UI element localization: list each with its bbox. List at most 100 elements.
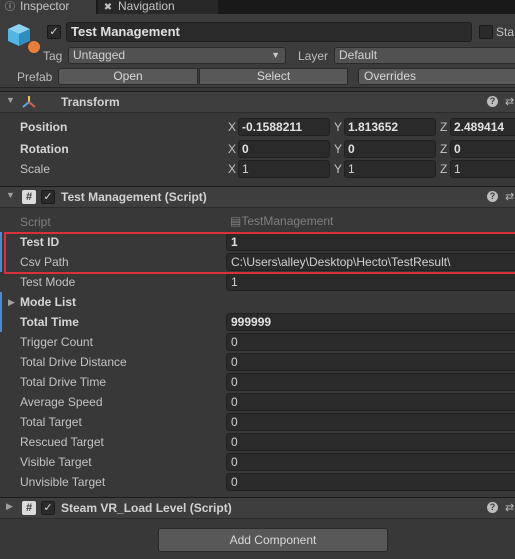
- prefab-overrides-dropdown[interactable]: Overrides: [358, 68, 515, 85]
- tag-label: Tag: [43, 49, 63, 63]
- component-enabled-checkbox[interactable]: ✓: [41, 501, 55, 515]
- scale-y-field[interactable]: 1: [344, 160, 436, 178]
- position-z-field[interactable]: 2.489414: [450, 118, 515, 136]
- position-x-field[interactable]: -0.1588211: [238, 118, 330, 136]
- total-target-field[interactable]: 0: [226, 413, 515, 431]
- fold-arrow-icon[interactable]: ▶: [6, 501, 13, 512]
- layer-dropdown[interactable]: Default: [334, 47, 515, 64]
- prefab-label: Prefab: [17, 70, 53, 84]
- script-value: TestManagement: [241, 214, 334, 228]
- add-component-button[interactable]: Add Component: [158, 528, 388, 552]
- test-mode-label: Test Mode: [20, 275, 76, 289]
- axis-x-label[interactable]: X: [228, 162, 236, 176]
- settings-sliders-icon[interactable]: ⇄: [505, 95, 514, 108]
- scale-x-field[interactable]: 1: [238, 160, 330, 178]
- transform-header[interactable]: ▼ Transform ? ⇄: [0, 91, 515, 113]
- mode-list-row[interactable]: ▶ Mode List: [0, 292, 515, 312]
- tab-inspector-label: Inspector: [20, 0, 70, 13]
- axis-y-label[interactable]: Y: [334, 142, 342, 156]
- rescued-target-label: Rescued Target: [20, 435, 104, 449]
- total-target-row: Total Target 0: [0, 412, 515, 432]
- script-row: Script ▤TestManagement: [0, 212, 515, 232]
- axis-z-label[interactable]: Z: [440, 142, 447, 156]
- position-y-field[interactable]: 1.813652: [344, 118, 436, 136]
- rotation-y-field[interactable]: 0: [344, 140, 436, 158]
- visible-target-field[interactable]: 0: [226, 453, 515, 471]
- axis-z-label[interactable]: Z: [440, 120, 447, 134]
- help-icon[interactable]: ?: [487, 502, 498, 513]
- scale-z-field[interactable]: 1: [450, 160, 515, 178]
- object-header: ✓ Test Management Sta Tag Untagged ▼ Lay…: [0, 14, 515, 88]
- object-name-field[interactable]: Test Management: [66, 22, 472, 42]
- position-row: Position X -0.1588211 Y 1.813652 Z 2.489…: [0, 117, 515, 137]
- prefab-open-button[interactable]: Open: [58, 68, 198, 85]
- rescued-target-field[interactable]: 0: [226, 433, 515, 451]
- tab-navigation-label: Navigation: [118, 0, 175, 13]
- settings-sliders-icon[interactable]: ⇄: [505, 501, 514, 514]
- fold-arrow-icon[interactable]: ▼: [6, 95, 15, 105]
- total-time-field[interactable]: 999999: [226, 313, 515, 331]
- tab-inspector[interactable]: ⓘ Inspector: [0, 0, 96, 14]
- script-reference-field: ▤TestManagement: [226, 213, 515, 231]
- compass-icon: ✖: [103, 2, 113, 13]
- rotation-x-field[interactable]: 0: [238, 140, 330, 158]
- component-enabled-checkbox[interactable]: ✓: [41, 190, 55, 204]
- script-file-icon: ▤: [230, 214, 242, 228]
- steam-vr-header[interactable]: ▶ # ✓ Steam VR_Load Level (Script) ? ⇄: [0, 497, 515, 519]
- average-speed-field[interactable]: 0: [226, 393, 515, 411]
- static-checkbox[interactable]: [479, 25, 493, 39]
- transform-axes-icon: [22, 96, 36, 108]
- total-drive-time-label: Total Drive Time: [20, 375, 107, 389]
- unvisible-target-field[interactable]: 0: [226, 473, 515, 491]
- total-drive-distance-row: Total Drive Distance 0: [0, 352, 515, 372]
- layer-value: Default: [339, 48, 378, 62]
- trigger-count-label: Trigger Count: [20, 335, 93, 349]
- test-management-title: Test Management (Script): [61, 190, 207, 204]
- script-label: Script: [20, 215, 51, 229]
- unvisible-target-row: Unvisible Target 0: [0, 472, 515, 492]
- chevron-down-icon: ▼: [271, 50, 280, 60]
- axis-z-label[interactable]: Z: [440, 162, 447, 176]
- rescued-target-row: Rescued Target 0: [0, 432, 515, 452]
- unvisible-target-label: Unvisible Target: [20, 475, 106, 489]
- test-management-header[interactable]: ▼ # ✓ Test Management (Script) ? ⇄: [0, 186, 515, 208]
- scale-row: Scale X 1 Y 1 Z 1: [0, 159, 515, 179]
- total-drive-distance-field[interactable]: 0: [226, 353, 515, 371]
- visible-target-label: Visible Target: [20, 455, 92, 469]
- test-mode-row: Test Mode 1: [0, 272, 515, 292]
- steam-vr-title: Steam VR_Load Level (Script): [61, 501, 232, 515]
- trigger-count-field[interactable]: 0: [226, 333, 515, 351]
- static-label: Sta: [496, 25, 515, 39]
- transform-title: Transform: [61, 95, 120, 109]
- tag-dropdown[interactable]: Untagged ▼: [68, 47, 286, 64]
- average-speed-label: Average Speed: [20, 395, 103, 409]
- rotation-row: Rotation X 0 Y 0 Z 0: [0, 139, 515, 159]
- settings-sliders-icon[interactable]: ⇄: [505, 190, 514, 203]
- test-mode-field[interactable]: 1: [226, 273, 515, 291]
- tab-navigation[interactable]: ✖ Navigation: [98, 0, 218, 14]
- axis-y-label[interactable]: Y: [334, 162, 342, 176]
- layer-label: Layer: [298, 49, 329, 63]
- mode-list-label: Mode List: [20, 295, 76, 309]
- rotation-label: Rotation: [20, 142, 69, 156]
- highlight-box: [4, 232, 515, 274]
- help-icon[interactable]: ?: [487, 96, 498, 107]
- active-checkbox[interactable]: ✓: [47, 25, 61, 39]
- help-icon[interactable]: ?: [487, 191, 498, 202]
- total-target-label: Total Target: [20, 415, 82, 429]
- total-drive-time-row: Total Drive Time 0: [0, 372, 515, 392]
- total-time-label: Total Time: [20, 315, 79, 329]
- tag-value: Untagged: [73, 48, 126, 62]
- rotation-z-field[interactable]: 0: [450, 140, 515, 158]
- total-drive-time-field[interactable]: 0: [226, 373, 515, 391]
- prefab-select-button[interactable]: Select: [199, 68, 348, 85]
- axis-x-label[interactable]: X: [228, 142, 236, 156]
- expand-arrow-icon[interactable]: ▶: [8, 297, 15, 308]
- modified-marker: [0, 232, 2, 272]
- fold-arrow-icon[interactable]: ▼: [6, 190, 15, 200]
- scale-label: Scale: [20, 162, 51, 176]
- tab-bar: ⓘ Inspector ✖ Navigation: [0, 0, 515, 14]
- axis-x-label[interactable]: X: [228, 120, 236, 134]
- prefab-badge-icon: [28, 41, 40, 53]
- axis-y-label[interactable]: Y: [334, 120, 342, 134]
